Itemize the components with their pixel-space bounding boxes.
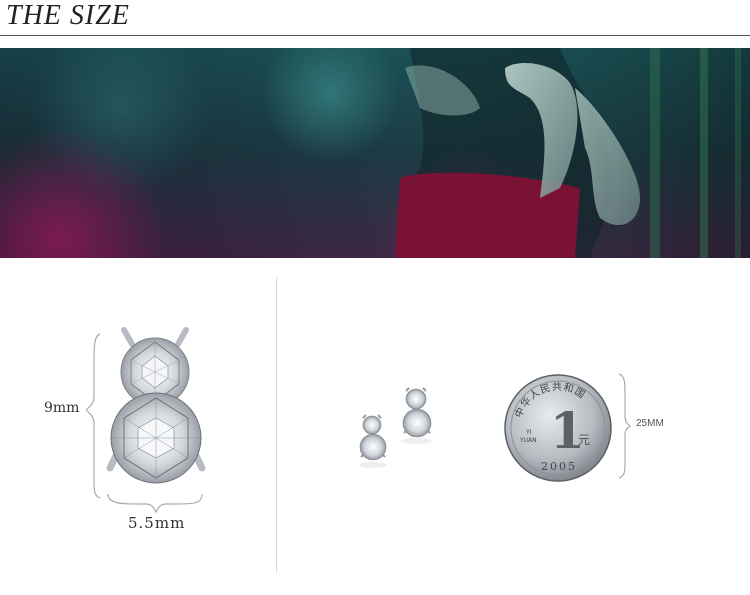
coin-pinyin-1: YI [525, 429, 532, 436]
coin-size-label: 25MM [636, 418, 664, 429]
width-label: 5.5mm [128, 514, 186, 532]
vertical-divider [276, 277, 277, 573]
coin-year: 2005 [541, 460, 577, 473]
coin-size-bracket [618, 373, 631, 479]
coin-denomination: 1 [550, 401, 585, 460]
section-header: THE SIZE [0, 0, 750, 36]
header-rule [0, 35, 750, 36]
banner-photo [0, 48, 750, 258]
coin-unit: 元 [578, 433, 590, 447]
earring-pair-photo [359, 387, 432, 468]
height-label: 9mm [44, 400, 80, 416]
coin-pinyin-2: YUAN [519, 437, 537, 444]
left-earring [359, 414, 387, 468]
section-title: THE SIZE [6, 0, 130, 31]
right-earring [402, 387, 432, 444]
large-diamond [110, 392, 202, 484]
coin-image: 中华人民共和国 1 元 YI YUAN 2005 [504, 374, 612, 482]
earring-diagram [86, 327, 206, 514]
banner-image [0, 48, 750, 258]
